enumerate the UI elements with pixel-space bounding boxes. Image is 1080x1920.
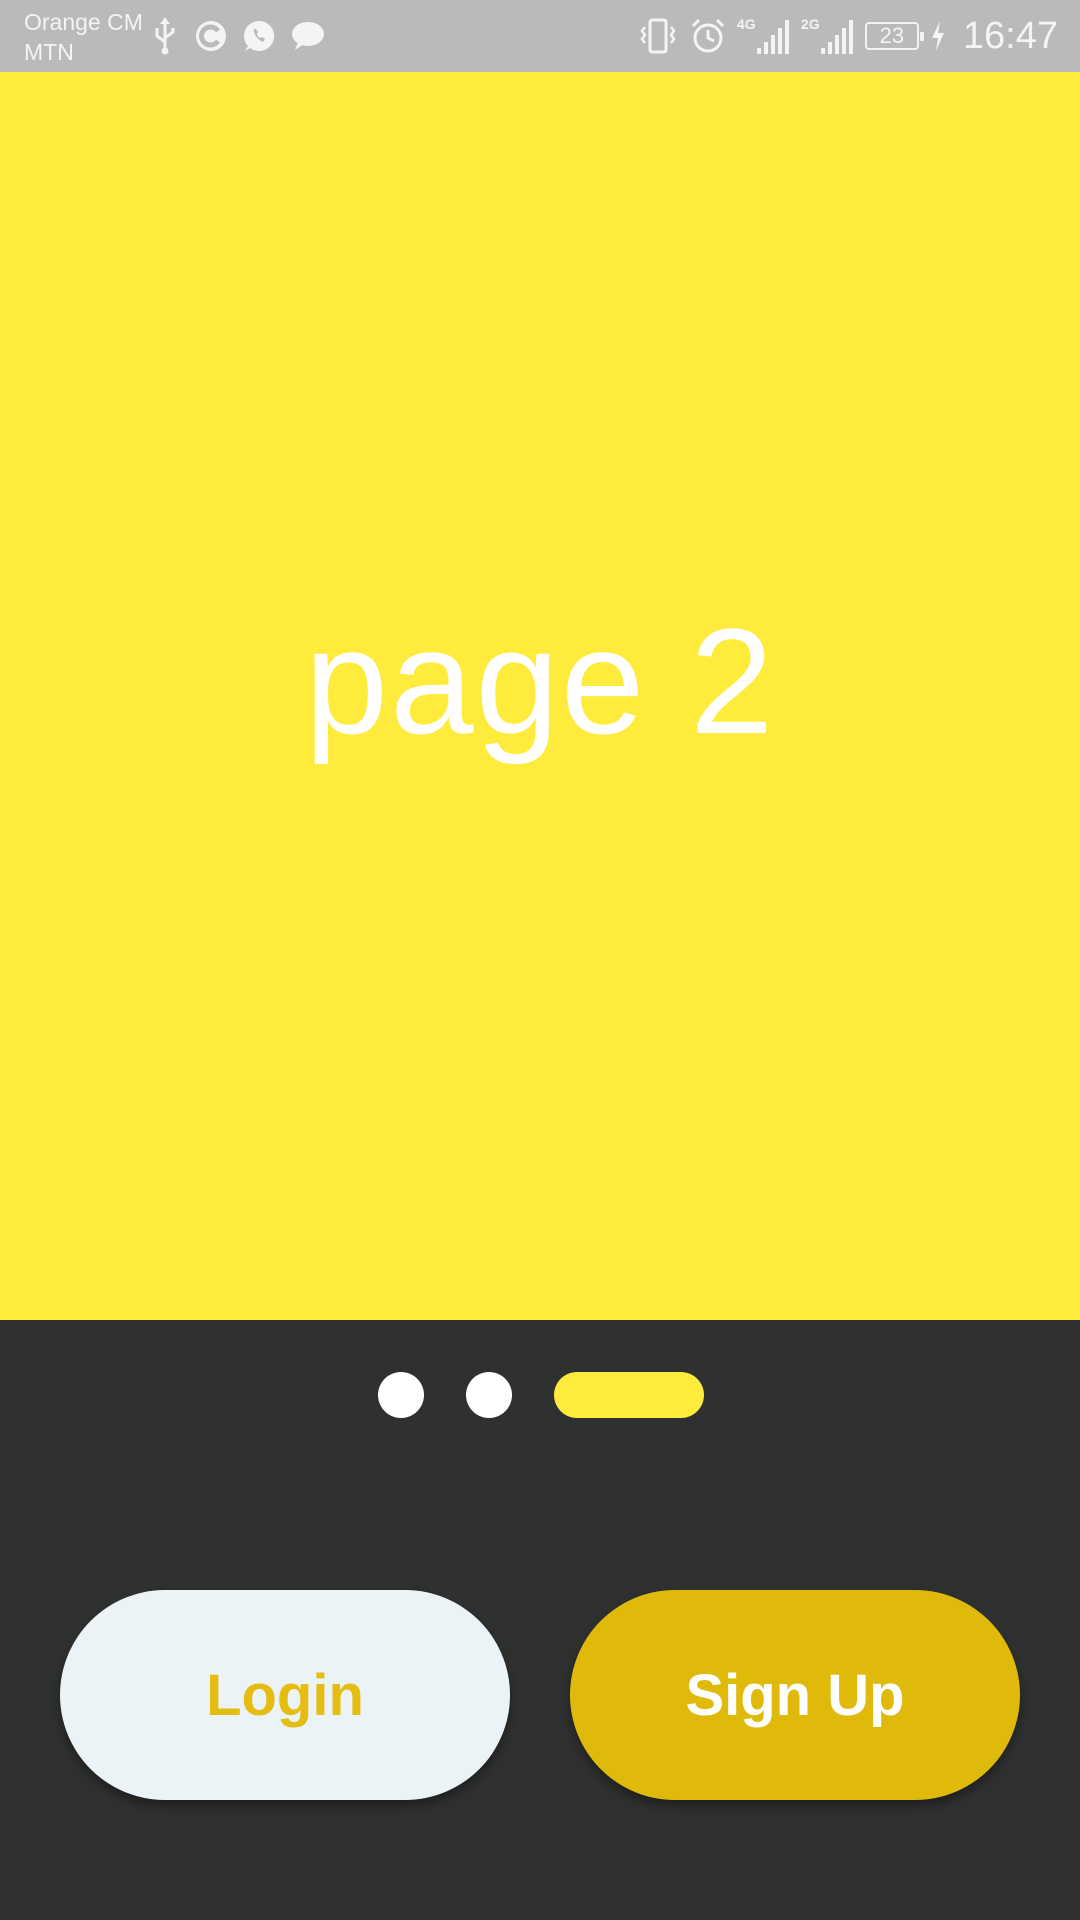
page-indicator: [378, 1372, 704, 1418]
message-icon: [290, 20, 326, 52]
whatsapp-icon: [242, 19, 276, 53]
page-indicator-dot[interactable]: [378, 1372, 424, 1418]
clock: 16:47: [962, 15, 1058, 57]
page-title: page 2: [304, 596, 776, 765]
bottom-panel: Login Sign Up: [0, 1320, 1080, 1920]
charging-icon: [929, 19, 947, 53]
signup-button-label: Sign Up: [685, 1662, 905, 1728]
carrier-names: Orange CM MTN: [24, 7, 143, 67]
usb-icon: [150, 16, 180, 56]
onboarding-page[interactable]: page 2: [0, 72, 1080, 1320]
page-indicator-dot[interactable]: [466, 1372, 512, 1418]
battery-level: 23: [879, 23, 905, 48]
signal-2g-icon: 2G: [801, 16, 855, 56]
notification-icons: [150, 14, 326, 58]
signal-4g-icon: 4G: [737, 16, 791, 56]
signup-button[interactable]: Sign Up: [570, 1590, 1020, 1800]
carrier-name-2: MTN: [24, 39, 74, 65]
status-bar: Orange CM MTN 4G 2G 23 16:47: [0, 0, 1080, 72]
battery-icon: 23: [864, 22, 924, 50]
alarm-icon: [689, 17, 727, 55]
vibrate-icon: [637, 17, 679, 55]
carrier-name-1: Orange CM: [24, 9, 143, 35]
page-indicator-dot-active[interactable]: [554, 1372, 704, 1418]
login-button[interactable]: Login: [60, 1590, 510, 1800]
system-icons: 4G 2G 23 16:47: [637, 10, 1058, 62]
sync-icon: [194, 19, 228, 53]
login-button-label: Login: [206, 1662, 364, 1728]
